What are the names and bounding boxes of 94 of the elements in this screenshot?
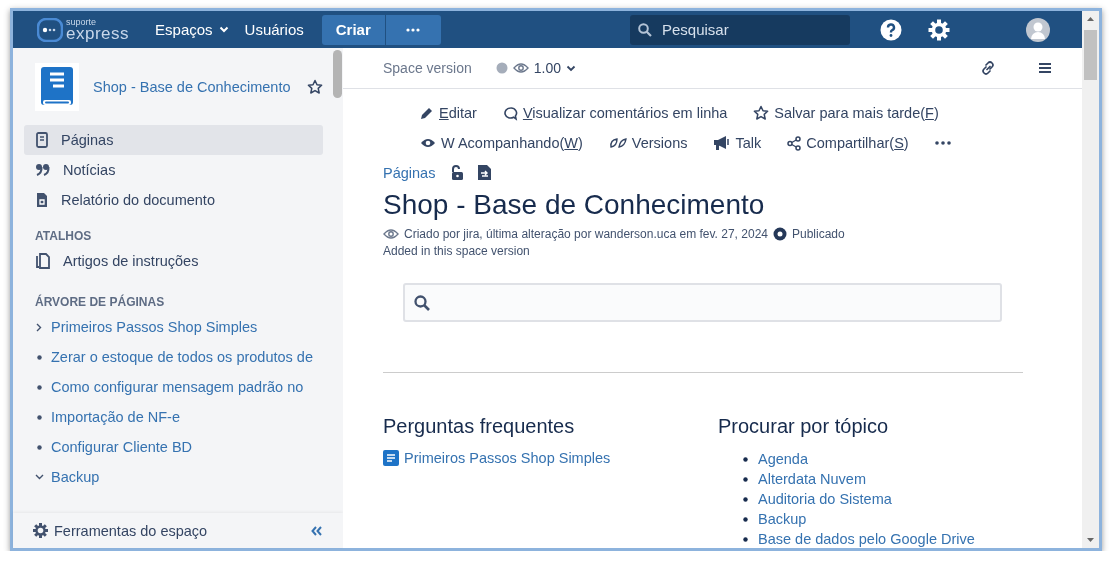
- avatar-icon: [1026, 17, 1050, 42]
- page-action-button[interactable]: Editar: [420, 105, 477, 121]
- more-actions-button[interactable]: [934, 141, 951, 145]
- scroll-down-icon[interactable]: [1086, 535, 1095, 544]
- search-field[interactable]: Pesquisar: [630, 14, 850, 45]
- share-icon: [787, 135, 802, 151]
- topic-link[interactable]: Auditoria do Sistema: [758, 489, 892, 509]
- settings-icon: [928, 18, 950, 41]
- status-label: Publicado: [792, 227, 845, 241]
- page-note: Added in this space version: [383, 244, 531, 258]
- page-restrictions-icon[interactable]: [477, 164, 493, 181]
- favourite-button[interactable]: [307, 78, 323, 95]
- topic-link[interactable]: Backup: [758, 509, 807, 529]
- bullet-icon: [743, 536, 748, 542]
- faq-link[interactable]: Primeiros Passos Shop Simples: [404, 450, 611, 466]
- page-tree-link[interactable]: Backup: [51, 469, 100, 485]
- page-tree-link[interactable]: Configurar Cliente BD: [51, 439, 193, 455]
- page-tree-link[interactable]: Importação de NF-e: [51, 409, 180, 425]
- document-icon: [35, 192, 49, 208]
- page-action-button[interactable]: Versions: [608, 135, 688, 151]
- section-heading: ÁRVORE DE PÁGINAS: [35, 293, 166, 311]
- bullet-icon: [36, 444, 42, 450]
- page-tree-link[interactable]: Zerar o estoque de todos os produtos de: [51, 349, 313, 365]
- scrollbar[interactable]: [1082, 11, 1099, 548]
- space-version-label: Space version: [383, 60, 472, 76]
- sidebar-item[interactable]: Notícias: [24, 155, 323, 185]
- settings-icon: [33, 523, 48, 538]
- section-heading: Procurar por tópico: [718, 415, 890, 438]
- scrollbar-thumb[interactable]: [333, 50, 342, 98]
- page-action-button[interactable]: Visualizar comentários em linha: [502, 105, 728, 121]
- topic-link[interactable]: Alterdata Nuvem: [758, 469, 866, 489]
- bullet-icon: [743, 496, 748, 502]
- page-byline: Criado por jira, última alteração por wanderson.uca em fev. 27, 2024: [404, 227, 768, 241]
- more-icon: [406, 27, 421, 32]
- comment-icon: [502, 105, 518, 121]
- menu-icon: [1038, 62, 1052, 74]
- create-button[interactable]: Criar: [321, 14, 385, 45]
- section-heading: Perguntas frequentes: [383, 415, 576, 438]
- bullet-icon: [743, 456, 748, 462]
- logo-icon: [37, 17, 63, 42]
- star-icon: [307, 78, 323, 95]
- page-tree-link[interactable]: Primeiros Passos Shop Simples: [51, 319, 258, 335]
- double-chevron-left-icon: [311, 525, 323, 536]
- unlock-icon[interactable]: [449, 165, 464, 180]
- page-action-button[interactable]: Salvar para mais tarde(F): [753, 105, 939, 121]
- topic-link[interactable]: Agenda: [758, 449, 808, 469]
- help-icon: [880, 18, 902, 41]
- leaves-icon: [608, 137, 627, 149]
- bullet-icon: [36, 354, 42, 360]
- search-icon: [638, 22, 652, 37]
- nav-menu-item[interactable]: Usuários: [236, 15, 312, 44]
- section-heading: ATALHOS: [35, 228, 93, 245]
- search-field[interactable]: [403, 283, 1002, 322]
- more-icon: [934, 141, 951, 145]
- bullet-icon: [36, 384, 42, 390]
- link-icon: [980, 60, 996, 76]
- bullet-icon: [743, 516, 748, 522]
- page-icon: [383, 450, 399, 466]
- page-icon: [35, 132, 49, 148]
- page-title: Shop - Base de Conhecimento: [383, 189, 766, 221]
- sidebar-item[interactable]: Relatório do documento: [24, 185, 323, 215]
- scroll-up-icon[interactable]: [1086, 15, 1095, 24]
- chevron-down-icon: [218, 26, 229, 33]
- star-icon: [753, 105, 770, 121]
- sidebar-item[interactable]: Páginas: [24, 125, 323, 155]
- copy-icon: [35, 253, 51, 269]
- space-title[interactable]: Shop - Base de Conhecimento: [93, 78, 293, 95]
- status-icon: [773, 227, 787, 241]
- scrollbar-thumb[interactable]: [1084, 30, 1097, 80]
- breadcrumb-link[interactable]: Páginas: [383, 164, 436, 181]
- bullet-icon: [743, 476, 748, 482]
- status-dot-icon: [495, 62, 508, 74]
- eye-icon: [383, 228, 399, 240]
- nav-menu-item[interactable]: Espaços: [147, 15, 237, 44]
- version-dropdown[interactable]: 1.00: [495, 60, 576, 76]
- chevron-right-icon[interactable]: [36, 322, 42, 332]
- search-input[interactable]: Pesquisar: [660, 20, 834, 39]
- chevron-down-icon: [565, 64, 576, 72]
- more-button[interactable]: [384, 14, 441, 45]
- page-tree-link[interactable]: Como configurar mensagem padrão no: [51, 379, 304, 395]
- megaphone-icon: [713, 135, 731, 151]
- page-action-button[interactable]: W Acompanhando(W): [420, 135, 583, 151]
- shortcut-link[interactable]: Artigos de instruções: [24, 246, 323, 276]
- bullet-icon: [36, 414, 42, 420]
- page-action-button[interactable]: Talk: [713, 135, 762, 151]
- pencil-icon: [420, 106, 434, 120]
- quote-icon: [35, 163, 51, 177]
- eye-icon: [512, 62, 529, 74]
- space-tools-link[interactable]: Ferramentas do espaço: [54, 522, 305, 539]
- topic-link[interactable]: Base de dados pelo Google Drive: [758, 529, 975, 549]
- search-icon: [414, 294, 430, 311]
- page-action-button[interactable]: Compartilhar(S): [787, 135, 909, 151]
- chevron-down-icon[interactable]: [34, 474, 44, 480]
- eye-icon: [420, 137, 436, 149]
